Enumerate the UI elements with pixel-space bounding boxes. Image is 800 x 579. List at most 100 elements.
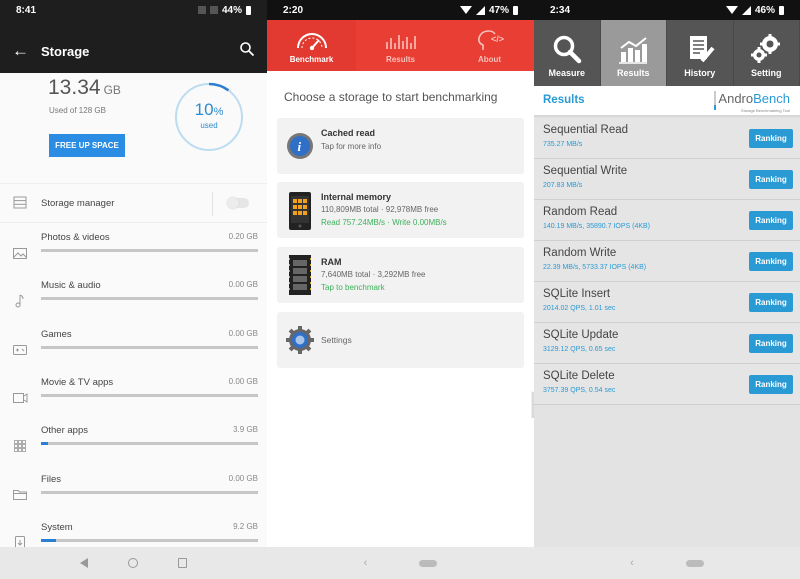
battery-percent: 46% bbox=[754, 4, 775, 16]
tab-measure[interactable]: Measure bbox=[534, 20, 601, 86]
result-value: 22.39 MB/s, 5733.37 IOPS (4KB) bbox=[543, 264, 647, 271]
nav-back-icon[interactable]: ‹ bbox=[630, 557, 634, 569]
results-title: Results bbox=[543, 94, 585, 106]
logo-andro: Andro bbox=[718, 91, 754, 106]
androbench-logo: AndroBench Storage Benchmarking Tool bbox=[714, 90, 790, 113]
signal-icon bbox=[475, 5, 485, 15]
no-sim-icon bbox=[197, 6, 206, 14]
gears-icon bbox=[751, 34, 781, 63]
result-value: 207.83 MB/s bbox=[543, 182, 583, 189]
app-bar: 8:41 44% ← Storage bbox=[0, 0, 267, 73]
nav-back-icon[interactable] bbox=[80, 558, 88, 568]
battery-percent: 44% bbox=[221, 4, 242, 16]
nav-recents-icon[interactable] bbox=[178, 558, 187, 568]
ranking-button[interactable]: Ranking bbox=[749, 375, 793, 394]
ranking-button[interactable]: Ranking bbox=[749, 334, 793, 353]
card-title: Cached read bbox=[321, 128, 376, 138]
search-icon[interactable] bbox=[239, 41, 255, 62]
category-size: 3.9 GB bbox=[233, 425, 258, 435]
choose-storage-prompt: Choose a storage to start benchmarking bbox=[284, 90, 498, 104]
tab-results[interactable]: Results bbox=[600, 20, 667, 86]
storage-category-row[interactable]: Movie & TV apps 0.00 GB bbox=[0, 377, 267, 425]
category-usage-bar bbox=[41, 345, 258, 349]
category-usage-bar bbox=[41, 393, 258, 397]
results-header: Results AndroBench Storage Benchmarking … bbox=[534, 86, 800, 117]
result-row: SQLite Insert 2014.02 QPS, 1.01 sec Rankin… bbox=[534, 282, 800, 323]
nav-home-icon[interactable] bbox=[128, 558, 138, 568]
tab-about[interactable]: </> About bbox=[445, 20, 534, 71]
ranking-button[interactable]: Ranking bbox=[749, 170, 793, 189]
tab-label: History bbox=[684, 68, 716, 78]
internal-memory-card[interactable]: Internal memory 110,809MB total · 92,978… bbox=[277, 182, 524, 238]
tab-label: Benchmark bbox=[289, 55, 334, 64]
category-label: Movie & TV apps bbox=[41, 376, 114, 388]
tab-setting[interactable]: Setting bbox=[733, 20, 800, 86]
apps-grid-icon bbox=[12, 439, 28, 453]
category-usage-bar bbox=[41, 538, 258, 542]
head-code-icon: </> bbox=[477, 30, 504, 50]
image-icon bbox=[12, 246, 28, 260]
battery-icon bbox=[246, 5, 251, 15]
result-row: Random Read 140.19 MB/s, 35890.7 IOPS (4K… bbox=[534, 200, 800, 241]
ranking-button[interactable]: Ranking bbox=[749, 211, 793, 230]
nav-home-pill-icon[interactable] bbox=[419, 559, 438, 567]
card-action: Tap to benchmark bbox=[321, 283, 385, 292]
tab-history[interactable]: History bbox=[667, 20, 734, 86]
android-nav-bar: ‹ bbox=[267, 547, 534, 579]
result-value: 2014.02 QPS, 1.01 sec bbox=[543, 305, 616, 312]
status-bar: 2:34 46% bbox=[534, 0, 800, 20]
used-value: 13.34 bbox=[48, 76, 101, 99]
storage-category-row[interactable]: Games 0.00 GB bbox=[0, 329, 267, 377]
ranking-button[interactable]: Ranking bbox=[749, 252, 793, 271]
storage-manager-row[interactable]: Storage manager bbox=[0, 183, 267, 223]
back-arrow-icon[interactable]: ← bbox=[12, 41, 29, 61]
ram-chip-icon bbox=[289, 255, 311, 295]
nav-back-icon[interactable]: ‹ bbox=[364, 557, 368, 569]
settings-card[interactable]: Settings bbox=[277, 312, 524, 368]
tab-label: Setting bbox=[751, 68, 782, 78]
storage-category-row[interactable]: Photos & videos 0.20 GB bbox=[0, 232, 267, 280]
storage-category-row[interactable]: Files 0.00 GB bbox=[0, 474, 267, 522]
ranking-button[interactable]: Ranking bbox=[749, 293, 793, 312]
storage-settings-screen: 8:41 44% ← Storage 13.34 GB Used of 128 G… bbox=[0, 0, 267, 579]
tab-benchmark[interactable]: Benchmark bbox=[267, 20, 356, 71]
storage-category-row[interactable]: Other apps 3.9 GB bbox=[0, 425, 267, 473]
status-bar: 8:41 44% bbox=[0, 0, 267, 20]
result-value: 3129.12 QPS, 0.65 sec bbox=[543, 346, 616, 353]
storage-manager-toggle[interactable] bbox=[227, 197, 249, 209]
tab-results[interactable]: Results bbox=[356, 20, 445, 71]
result-name: Sequential Read bbox=[543, 124, 629, 136]
cached-read-card[interactable]: i Cached read Tap for more info bbox=[277, 118, 524, 174]
battery-icon bbox=[513, 5, 518, 15]
category-size: 0.00 GB bbox=[228, 280, 258, 290]
divider bbox=[212, 192, 213, 216]
screenshot-collage: 8:41 44% ← Storage 13.34 GB Used of 128 G… bbox=[0, 0, 800, 579]
result-name: Sequential Write bbox=[543, 165, 628, 177]
ranking-button[interactable]: Ranking bbox=[749, 129, 793, 148]
card-title: Internal memory bbox=[321, 192, 392, 202]
status-bar: 2:20 47% bbox=[267, 0, 534, 20]
free-up-space-button[interactable]: FREE UP SPACE bbox=[49, 134, 125, 157]
android-nav-bar: ‹ bbox=[534, 547, 800, 579]
used-storage-amount: 13.34 GB bbox=[48, 76, 121, 100]
status-bar-bg: 2:20 47% bbox=[267, 0, 534, 20]
androbench-results-screen: 2:34 46% Measure Results History Setting bbox=[534, 0, 800, 579]
usage-percent: 10 bbox=[194, 100, 214, 119]
gamepad-icon bbox=[12, 343, 28, 357]
logo-tagline: Storage Benchmarking Tool bbox=[740, 108, 790, 113]
result-row: SQLite Delete 3757.39 QPS, 0.54 sec Rankin… bbox=[534, 364, 800, 405]
usage-ring-label: 10% used bbox=[174, 100, 244, 130]
toolbar: ← Storage bbox=[0, 40, 267, 62]
category-size: 0.00 GB bbox=[228, 376, 258, 386]
storage-category-row[interactable]: Music & audio 0.00 GB bbox=[0, 280, 267, 328]
card-title: Settings bbox=[321, 335, 352, 345]
nav-home-pill-icon[interactable] bbox=[685, 559, 704, 567]
category-usage-bar bbox=[41, 297, 258, 301]
wifi-icon bbox=[459, 6, 472, 14]
ram-card[interactable]: RAM 7,640MB total · 3,292MB free Tap to … bbox=[277, 247, 524, 303]
category-label: Photos & videos bbox=[41, 232, 110, 243]
result-row: Sequential Write 207.83 MB/s Ranking bbox=[534, 159, 800, 200]
speedometer-icon bbox=[296, 33, 327, 51]
status-time: 8:41 bbox=[16, 4, 37, 16]
category-label: Files bbox=[41, 473, 62, 485]
